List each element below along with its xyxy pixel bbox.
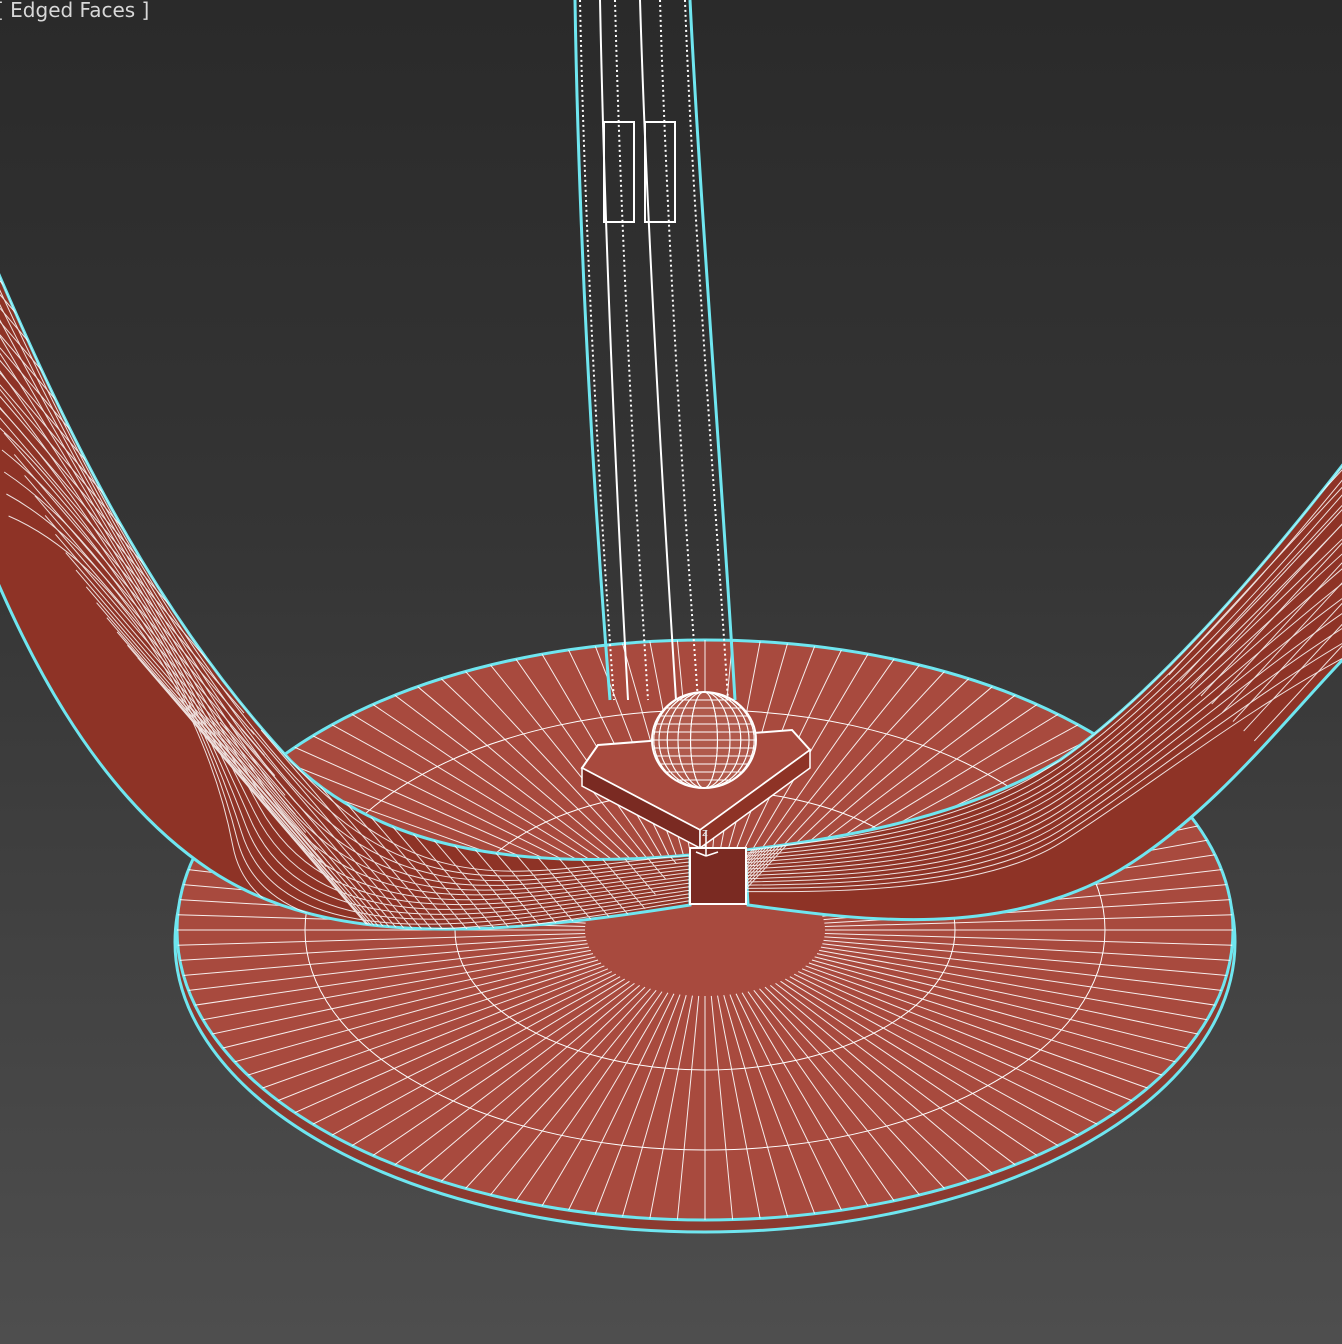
tube-edge — [933, 440, 1175, 676]
tube-edge — [976, 440, 1218, 655]
sphere-joint[interactable] — [650, 691, 758, 789]
tube-edge — [987, 440, 1229, 651]
tube-edge — [1008, 440, 1250, 646]
tube-edge — [1019, 440, 1261, 643]
tube-edge — [891, 443, 1133, 705]
tube-edge — [569, 311, 690, 593]
3d-viewport[interactable]: [ Edged Faces ] z — [0, 0, 1342, 1344]
stem-cables[interactable] — [573, 0, 737, 701]
tube-edge — [901, 440, 1143, 697]
scene-canvas[interactable] — [0, 0, 1342, 1344]
tube-edge — [965, 440, 1207, 659]
tube-edge — [944, 440, 1186, 670]
pivot-axis-label: z — [702, 826, 708, 839]
tube-edge — [997, 440, 1239, 648]
center-block[interactable] — [689, 847, 747, 905]
tube-edge — [912, 440, 1154, 689]
tube-edge — [923, 440, 1165, 682]
viewport-shading-label[interactable]: [ Edged Faces ] — [0, 0, 149, 22]
tube-edge — [955, 440, 1197, 664]
